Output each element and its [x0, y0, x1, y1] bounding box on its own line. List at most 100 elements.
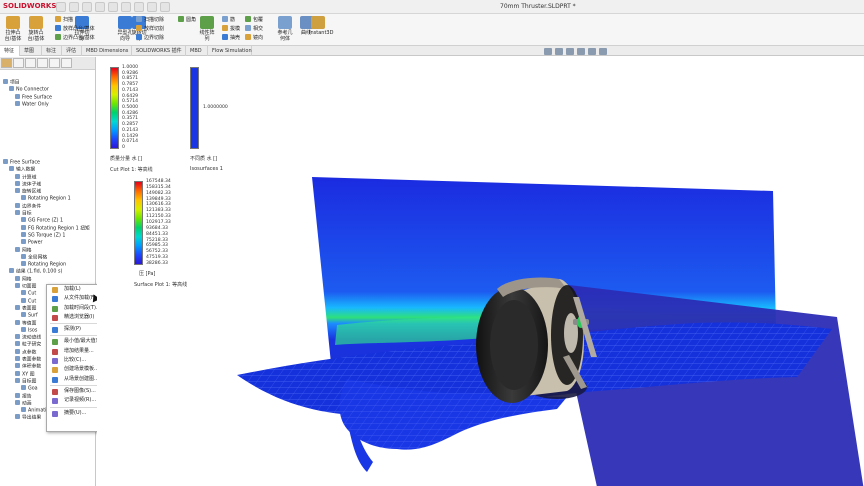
dimxpert-tab-icon[interactable] [37, 58, 48, 68]
tree-item[interactable]: Free Surface [0, 93, 96, 101]
tree-item-label: FG Rotating Region 1 扭矩 [28, 226, 90, 232]
save-icon[interactable] [95, 2, 105, 12]
command-manager-ribbon: 拉伸凸 台/基体旋转凸 台/基体拉伸切 除异型孔 向导旋转切 除线性阵 列参考几… [0, 14, 864, 46]
tree-item[interactable]: 全局网格 [0, 253, 96, 261]
ribbon-button-revolve-boss[interactable]: 旋转凸 台/基体 [26, 16, 46, 42]
view-orientation-icon[interactable] [577, 48, 585, 55]
ribbon-small-button[interactable]: 边界切除 [136, 34, 164, 42]
tab-4[interactable]: MBD Dimensions [82, 46, 132, 56]
time-icon [52, 305, 58, 312]
tree-item-label: 等值面 [22, 321, 37, 327]
undo-icon[interactable] [121, 2, 131, 12]
tree-node-icon [15, 210, 20, 216]
menu-item-label: 精选浏览器(I) [64, 313, 95, 320]
tab-6[interactable]: MBD [186, 46, 208, 56]
tab-7[interactable]: Flow Simulation [208, 46, 252, 56]
tree-item[interactable]: Rotating Region [0, 261, 96, 268]
ribbon-small-button[interactable]: 圆角 [178, 16, 196, 24]
ribbon-button-linear-pattern[interactable]: 线性阵 列 [199, 16, 215, 42]
ribbon-small-button[interactable]: 相交 [245, 25, 263, 33]
wheel-tire-inner [490, 300, 538, 390]
tree-item-label: Isos [28, 328, 38, 334]
property-tab-icon[interactable] [13, 58, 24, 68]
ribbon-button-reference-geometry[interactable]: 参考几 何体 [277, 16, 293, 42]
ribbon-small-button[interactable]: 边界凸台/基体 [55, 34, 95, 42]
graphics-viewport[interactable]: 质量分量 水 [] Cut Plot 1: 等高线 1.0000 0.9286 0.… [97, 48, 864, 486]
revolve-boss-icon [29, 16, 43, 29]
tree-item-label: 表面图 [22, 306, 37, 312]
load-file-icon [52, 296, 58, 303]
tree-item[interactable]: 流体子域 [0, 180, 96, 188]
tab-3[interactable]: 评估 [62, 46, 82, 56]
summary-icon [52, 410, 58, 417]
tree-item-label: 体积参数 [22, 364, 42, 370]
tree-item-label: 粒子研究 [22, 342, 42, 348]
tree-item[interactable]: 结果 (1.fld, 0.100 s) [0, 268, 96, 275]
ribbon-small-button[interactable]: 拔模 [222, 25, 240, 33]
tree-node-icon [15, 363, 20, 369]
menu-item-label: 记录视频(R)... [64, 397, 97, 404]
tree-node-icon [21, 239, 26, 245]
tree-node-icon [21, 407, 26, 413]
ribbon-small-icon [222, 25, 228, 31]
ribbon-small-button[interactable]: 镜向 [245, 34, 263, 42]
zoom-fit-icon[interactable] [544, 48, 552, 55]
ribbon-small-button[interactable]: 扫描 [55, 16, 73, 24]
ribbon-small-button[interactable]: 放样凸台/基体 [55, 25, 95, 33]
print-icon[interactable] [108, 2, 118, 12]
tab-1[interactable]: 草图 [20, 46, 42, 56]
tree-item[interactable]: FG Rotating Region 1 扭矩 [0, 224, 96, 232]
tree-node-icon [15, 202, 20, 208]
tree-item-label: Power [28, 240, 43, 246]
tab-5[interactable]: SOLIDWORKS 插件 [132, 46, 186, 56]
tree-item[interactable]: 目标 [0, 210, 96, 217]
tree-item[interactable]: 项目 [0, 79, 96, 86]
feature-tree-tab-icon[interactable] [1, 58, 12, 68]
ribbon-small-button[interactable]: 抽壳 [222, 34, 240, 42]
display-tab-icon[interactable] [49, 58, 60, 68]
rebuild-icon[interactable] [147, 2, 157, 12]
create-plot-icon [52, 376, 58, 383]
zoom-area-icon[interactable] [555, 48, 563, 55]
tree-item[interactable]: Free Surface [0, 159, 96, 166]
tree-item[interactable]: 边界条件 [0, 202, 96, 210]
menu-item-label: 增加结果量... [64, 347, 94, 354]
ribbon-button-boss-extrude[interactable]: 拉伸凸 台/基体 [3, 16, 23, 42]
tree-item[interactable]: SG Torque (Z) 1 [0, 231, 96, 239]
tree-item-label: 计算域 [22, 175, 37, 181]
tab-0[interactable]: 特征 [0, 46, 20, 56]
scenes-icon[interactable] [599, 48, 607, 55]
section-view-icon[interactable] [566, 48, 574, 55]
display-style-icon[interactable] [588, 48, 596, 55]
ribbon-small-button[interactable]: 筋 [222, 16, 235, 24]
ribbon-small-button[interactable]: 扫描切除 [136, 16, 164, 24]
reference-geometry-icon [278, 16, 292, 29]
home-icon[interactable] [56, 2, 66, 12]
open-file-icon[interactable] [82, 2, 92, 12]
ribbon-small-label: 筋 [230, 17, 236, 23]
ribbon-button-instant3d[interactable]: Instant3D [309, 16, 333, 36]
tree-item[interactable]: 网格 [0, 275, 96, 283]
tree-item[interactable]: 计算域 [0, 173, 96, 181]
ribbon-small-button[interactable]: 包覆 [245, 16, 263, 24]
config-tab-icon[interactable] [25, 58, 36, 68]
tab-2[interactable]: 标注 [42, 46, 62, 56]
flow-sim-tab-icon[interactable] [61, 58, 72, 68]
minmax-table-icon [52, 339, 58, 346]
probe-icon [52, 327, 58, 334]
tree-item[interactable]: Water Only [0, 100, 96, 108]
tree-item[interactable]: No Connector [0, 86, 96, 93]
project-tree: 项目 No Connector Free Surface Water Only [0, 79, 96, 108]
tree-item[interactable]: GG Force (Z) 1 [0, 217, 96, 224]
options-icon[interactable] [160, 2, 170, 12]
tree-item[interactable]: 旋转区域 [0, 188, 96, 195]
tree-item[interactable]: 网格 [0, 246, 96, 254]
tree-item[interactable]: Rotating Region 1 [0, 195, 96, 202]
ribbon-small-button[interactable]: 放样切割 [136, 25, 164, 33]
tree-item-label: 边界条件 [22, 204, 42, 210]
select-icon[interactable] [134, 2, 144, 12]
tree-node-icon [21, 261, 26, 267]
tree-item[interactable]: Power [0, 239, 96, 246]
new-file-icon[interactable] [69, 2, 79, 12]
tree-item[interactable]: 输入数据 [0, 166, 96, 173]
